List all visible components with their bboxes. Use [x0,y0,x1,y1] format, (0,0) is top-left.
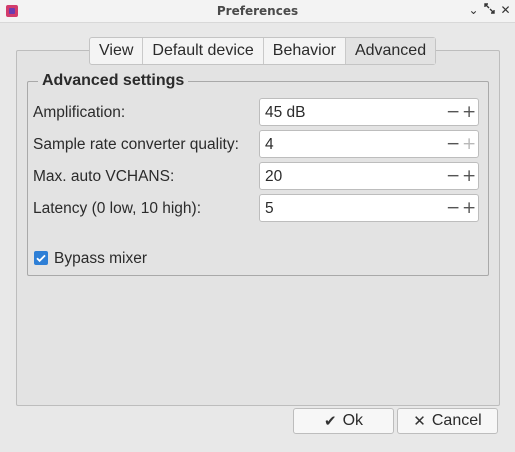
checkmark-icon: ✔ [323,412,337,430]
maximize-icon[interactable] [482,3,497,18]
amplification-spinbox[interactable]: 45 dB − + [259,98,479,126]
x-icon: ✕ [413,412,426,430]
bypass-mixer-label[interactable]: Bypass mixer [54,250,147,268]
sample-rate-quality-value[interactable]: 4 [265,136,274,154]
cancel-button-label: Cancel [431,412,482,429]
max-auto-vchans-spinbox[interactable]: 20 − + [259,162,479,190]
increment-icon[interactable]: + [462,102,476,122]
decrement-icon[interactable]: − [446,102,460,122]
title-bar[interactable]: Preferences ⌄ ✕ [0,0,515,23]
increment-icon: + [462,134,477,154]
ok-button-label: Ok [342,412,364,429]
increment-icon[interactable]: + [462,198,476,218]
ok-button[interactable]: ✔ Ok [293,408,394,434]
checkmark-icon [36,254,46,263]
latency-spinbox[interactable]: 5 − + [259,194,479,222]
minimize-icon[interactable]: ⌄ [466,3,481,18]
latency-value[interactable]: 5 [265,200,274,218]
cancel-button[interactable]: ✕ Cancel [397,408,498,434]
sample-rate-quality-spinbox[interactable]: 4 − + [259,130,479,158]
max-auto-vchans-label: Max. auto VCHANS: [33,168,175,185]
tab-advanced[interactable]: Advanced [345,38,436,64]
close-icon[interactable]: ✕ [498,3,513,18]
amplification-value[interactable]: 45 dB [265,104,306,122]
decrement-icon[interactable]: − [446,198,460,218]
tab-default-device[interactable]: Default device [143,38,264,64]
max-auto-vchans-value[interactable]: 20 [265,168,282,186]
tab-view[interactable]: View [90,38,144,64]
sample-rate-quality-label: Sample rate converter quality: [33,136,239,153]
latency-label: Latency (0 low, 10 high): [33,200,202,217]
amplification-label: Amplification: [33,104,126,121]
tab-behavior[interactable]: Behavior [264,38,346,64]
increment-icon[interactable]: + [462,166,476,186]
bypass-mixer-checkbox[interactable] [34,251,48,265]
tab-bar: View Default device Behavior Advanced [89,37,437,65]
group-title: Advanced settings [38,72,189,90]
decrement-icon[interactable]: − [446,134,460,154]
window-title: Preferences [216,4,299,18]
decrement-icon[interactable]: − [446,166,460,186]
